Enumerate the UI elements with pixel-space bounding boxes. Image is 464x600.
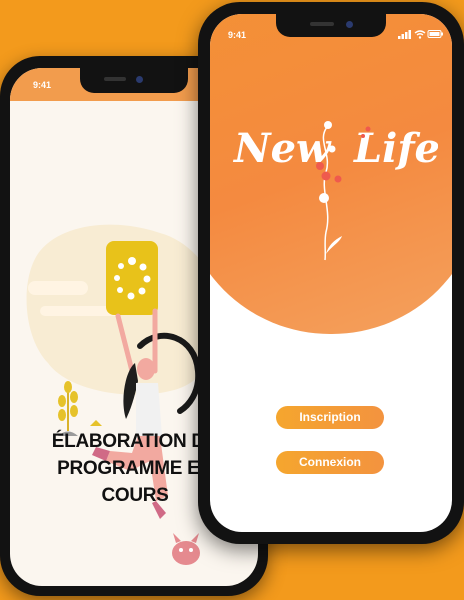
front-phone: 9:41 New Life Inscription Connexion (198, 2, 464, 544)
connexion-button[interactable]: Connexion (276, 451, 384, 474)
wifi-icon (414, 30, 426, 39)
status-time: 9:41 (33, 80, 52, 90)
camera-icon (136, 76, 143, 83)
inscription-button[interactable]: Inscription (276, 406, 384, 429)
camera-icon (346, 21, 353, 28)
front-phone-screen: 9:41 New Life Inscription Connexion (210, 14, 452, 532)
loading-icon (106, 241, 158, 315)
status-time: 9:41 (228, 30, 247, 40)
status-icons (398, 30, 443, 39)
speaker-icon (310, 22, 334, 26)
battery-icon (427, 30, 443, 38)
notch (276, 12, 386, 37)
new-life-logo: New Life (232, 121, 438, 261)
speaker-icon (104, 77, 126, 81)
notch (80, 66, 188, 93)
signal-icon (398, 30, 411, 39)
creature-icon (172, 533, 200, 565)
logo-word-life: Life (353, 125, 438, 172)
